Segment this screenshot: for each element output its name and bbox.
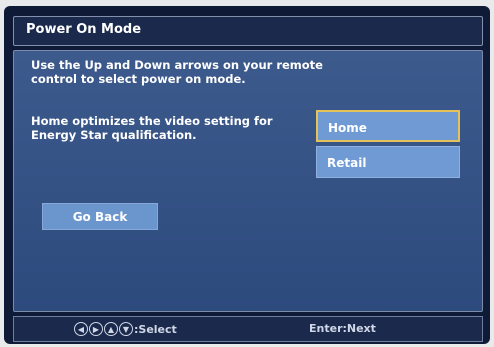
next-hint-label: Enter:Next [309, 322, 376, 335]
right-arrow-icon: ▶ [89, 322, 103, 336]
up-arrow-icon: ▲ [104, 322, 118, 336]
instruction-text: Use the Up and Down arrows on your remot… [31, 58, 323, 86]
select-hint: ◀ ▶ ▲ ▼ :Select [74, 322, 177, 336]
footer-bar: ◀ ▶ ▲ ▼ :Select Enter:Next [13, 316, 483, 342]
go-back-button[interactable]: Go Back [42, 203, 158, 230]
content-panel [13, 50, 483, 312]
title-bar: Power On Mode [13, 16, 483, 46]
description-text: Home optimizes the video setting for Ene… [31, 114, 273, 142]
select-hint-label: :Select [134, 322, 177, 336]
dialog-title: Power On Mode [26, 22, 142, 37]
tv-screen: Power On Mode Use the Up and Down arrows… [4, 6, 490, 344]
option-home[interactable]: Home [316, 110, 460, 142]
option-retail[interactable]: Retail [316, 146, 460, 178]
down-arrow-icon: ▼ [119, 322, 133, 336]
next-hint: Enter:Next [309, 322, 376, 335]
left-arrow-icon: ◀ [74, 322, 88, 336]
